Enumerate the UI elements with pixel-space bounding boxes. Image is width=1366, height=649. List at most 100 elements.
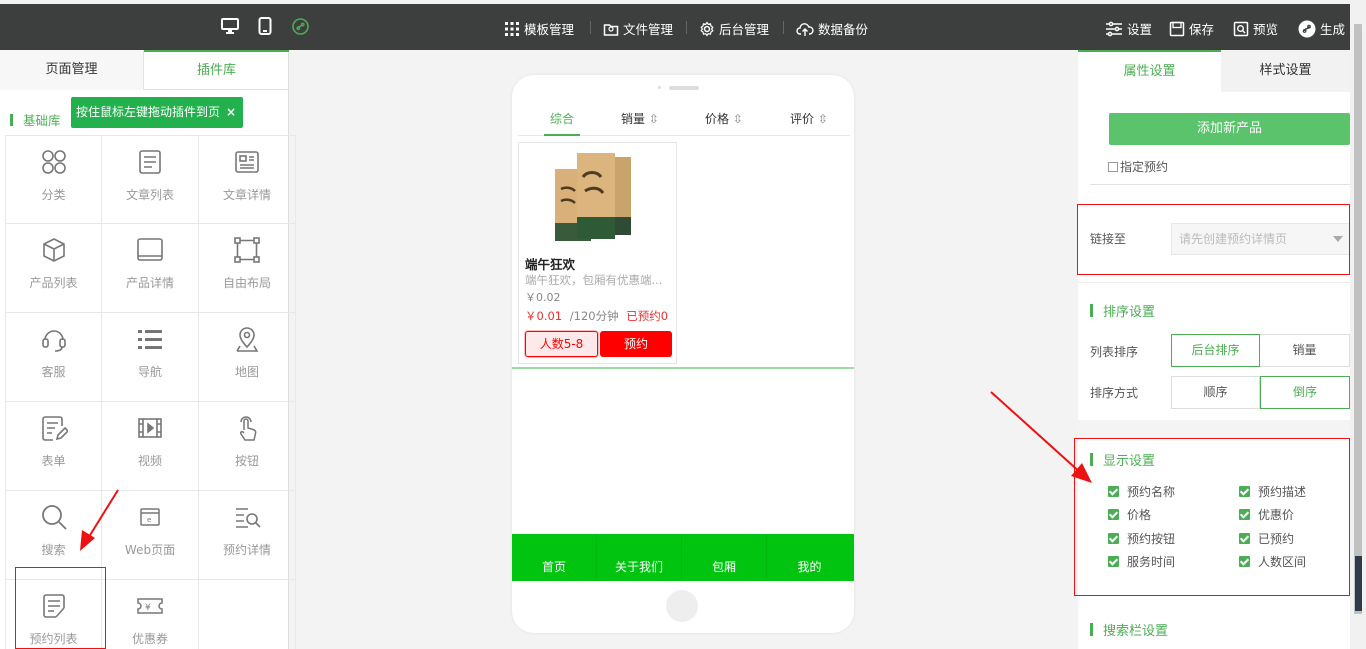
nav-label: 后台管理 xyxy=(719,22,770,37)
plugin-label: 预约详情 xyxy=(222,543,271,557)
booking-detail-icon xyxy=(236,508,261,528)
article-list-icon xyxy=(139,150,161,174)
sort-mode-asc[interactable]: 顺序 xyxy=(1171,376,1260,409)
map-pin-icon xyxy=(236,327,259,352)
search-icon xyxy=(42,505,67,530)
plugin-category[interactable]: 分类 xyxy=(5,135,102,224)
product-price: ￥0.01 xyxy=(525,309,563,323)
plugin-label: 表单 xyxy=(41,454,66,468)
generate-button[interactable]: 生成 xyxy=(1298,19,1345,38)
sort-mode-desc[interactable]: 倒序 xyxy=(1260,376,1350,409)
sort-tab-rating[interactable]: 评价 ⇳ xyxy=(790,110,828,127)
sort-bar: 综合 销量 ⇳ 价格 ⇳ 评价 ⇳ xyxy=(518,102,850,136)
plugin-video[interactable]: 视频 xyxy=(102,402,199,491)
footer-room[interactable]: 包厢 xyxy=(682,534,767,581)
phone-home-button xyxy=(666,590,698,622)
plugin-label: 搜索 xyxy=(41,543,66,557)
plugin-web-page[interactable]: e Web页面 xyxy=(102,491,199,580)
plugin-label: 分类 xyxy=(41,188,66,202)
nav-template-manage[interactable]: 模板管理 xyxy=(504,19,574,38)
settings-label: 设置 xyxy=(1127,22,1153,37)
settings-button[interactable]: 设置 xyxy=(1105,19,1152,38)
save-button[interactable]: 保存 xyxy=(1169,19,1214,38)
plugin-navigation[interactable]: 导航 xyxy=(102,313,199,402)
product-name: 端午狂欢 xyxy=(525,257,576,272)
sliders-icon xyxy=(1106,21,1122,36)
product-detail-icon xyxy=(137,238,163,261)
sort-tab-label: 价格 xyxy=(705,112,730,126)
left-tabs: 页面管理 插件库 xyxy=(0,50,289,90)
plugin-button[interactable]: 按钮 xyxy=(199,402,296,491)
add-product-button[interactable]: 添加新产品 xyxy=(1109,113,1350,145)
scrollbar-thumb[interactable] xyxy=(1354,24,1362,614)
mini-program-icon[interactable] xyxy=(292,18,309,38)
mobile-icon[interactable] xyxy=(258,17,272,38)
preview-button[interactable]: 预览 xyxy=(1233,19,1278,38)
sort-tab-price[interactable]: 价格 ⇳ xyxy=(705,110,743,127)
editor-app: { "topbar": { "nav": [ {"label": "模板管理",… xyxy=(0,0,1366,649)
plugin-article-list[interactable]: 文章列表 xyxy=(102,135,199,224)
annotation-box-link xyxy=(1077,204,1350,275)
plugin-map[interactable]: 地图 xyxy=(199,313,296,402)
tab-page-manage[interactable]: 页面管理 xyxy=(0,50,144,90)
plugin-label: 按钮 xyxy=(234,454,259,468)
nav-label: 数据备份 xyxy=(818,22,869,37)
plugin-product-list[interactable]: 产品列表 xyxy=(5,224,102,313)
tab-plugin-library[interactable]: 插件库 xyxy=(144,50,289,90)
section-gap xyxy=(1078,420,1350,438)
sort-tab-label: 销量 xyxy=(621,112,646,126)
form-icon xyxy=(42,416,68,441)
web-page-icon: e xyxy=(140,508,160,526)
nav-file-manage[interactable]: 文件管理 xyxy=(603,19,673,38)
footer-about[interactable]: 关于我们 xyxy=(597,534,682,581)
phone-screen: 综合 销量 ⇳ 价格 ⇳ 评价 ⇳ 端午狂欢 端午狂欢，包厢有优惠端... ￥0… xyxy=(512,102,854,606)
plugin-coupon[interactable]: ¥ 优惠券 xyxy=(102,580,199,649)
plugin-customer-service[interactable]: 客服 xyxy=(5,313,102,402)
tab-style-settings[interactable]: 样式设置 xyxy=(1221,50,1350,92)
sort-settings-heading: 排序设置 xyxy=(1090,301,1155,320)
nav-backend-manage[interactable]: 后台管理 xyxy=(699,19,769,38)
page-scrollbar[interactable] xyxy=(1350,0,1366,649)
plugin-booking-detail[interactable]: 预约详情 xyxy=(199,491,296,580)
drag-tooltip: 按住鼠标左键拖动插件到页 × xyxy=(71,97,243,128)
sort-tab-comprehensive[interactable]: 综合 xyxy=(544,110,581,136)
plugin-label: 产品列表 xyxy=(29,276,78,290)
sort-arrows-icon: ⇳ xyxy=(648,112,659,126)
plugin-product-detail[interactable]: 产品详情 xyxy=(102,224,199,313)
product-duration: /120分钟 xyxy=(569,309,619,323)
list-sort-sales[interactable]: 销量 xyxy=(1260,334,1350,367)
desktop-icon[interactable] xyxy=(221,17,239,38)
nav-data-backup[interactable]: 数据备份 xyxy=(796,19,868,38)
people-range-button[interactable]: 人数5-8 xyxy=(525,331,598,357)
appoint-checkbox[interactable]: 指定预约 xyxy=(1108,158,1168,175)
plugin-form[interactable]: 表单 xyxy=(5,402,102,491)
product-price-row: ￥0.01 /120分钟 已预约0 xyxy=(525,308,668,324)
plugin-label: 产品详情 xyxy=(125,276,174,290)
plugin-label: 自由布局 xyxy=(222,276,271,290)
book-button[interactable]: 预约 xyxy=(600,331,672,357)
plugin-article-detail[interactable]: 文章详情 xyxy=(199,135,296,224)
coupon-icon: ¥ xyxy=(137,598,163,614)
category-icon xyxy=(42,150,66,174)
plugin-free-layout[interactable]: 自由布局 xyxy=(199,224,296,313)
list-sort-backend[interactable]: 后台排序 xyxy=(1171,334,1260,367)
product-card[interactable]: 端午狂欢 端午狂欢，包厢有优惠端... ￥0.02 ￥0.01 /120分钟 已… xyxy=(518,142,677,364)
sort-tab-sales[interactable]: 销量 ⇳ xyxy=(621,110,659,127)
product-booked: 已预约0 xyxy=(626,309,669,323)
product-original-price: ￥0.02 xyxy=(525,291,561,304)
cloud-upload-icon xyxy=(796,22,814,36)
nav-label: 模板管理 xyxy=(524,22,575,37)
footer-mine[interactable]: 我的 xyxy=(767,534,852,581)
gear-icon xyxy=(700,20,714,37)
nav-label: 文件管理 xyxy=(623,22,674,37)
product-image xyxy=(547,147,650,247)
plugin-label: 优惠券 xyxy=(131,632,168,646)
plugin-label: Web页面 xyxy=(124,543,176,557)
video-icon xyxy=(138,418,162,438)
checkbox-unchecked[interactable] xyxy=(1108,161,1118,172)
tab-property-settings[interactable]: 属性设置 xyxy=(1078,50,1221,92)
tooltip-close-button[interactable]: × xyxy=(223,97,239,128)
left-panel: 页面管理 插件库 基础库 分类 文章列表 文章详情 产品列表 产品详情 自由布局 xyxy=(0,50,296,649)
footer-home[interactable]: 首页 xyxy=(512,534,597,581)
article-detail-icon xyxy=(235,151,259,173)
